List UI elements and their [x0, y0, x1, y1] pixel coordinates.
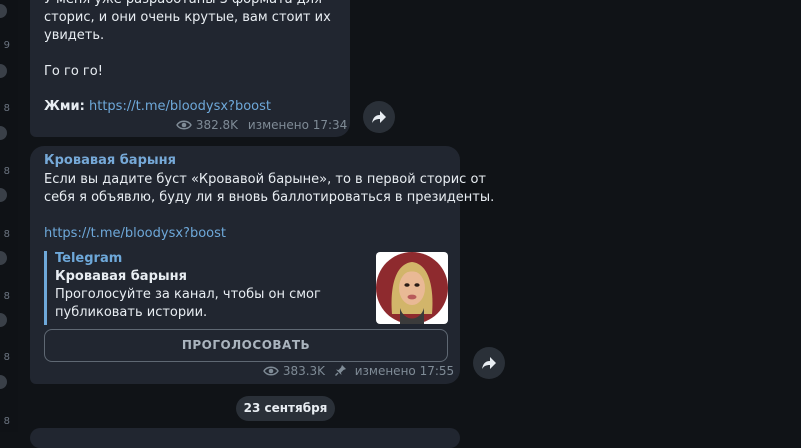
message-bubble[interactable]: Кровавая барыня Если вы дадите буст «Кро…: [30, 146, 494, 384]
eye-icon: [176, 120, 192, 130]
views-count: 383.3K: [282, 364, 326, 378]
avatar[interactable]: [0, 375, 7, 389]
message-text-line: Если вы дадите буст «Кровавой барыне», т…: [44, 172, 486, 187]
avatar[interactable]: [0, 313, 7, 327]
share-arrow-icon: [372, 111, 386, 123]
channel-avatar-thumbnail[interactable]: [376, 252, 448, 324]
chat-list-strip: 9 8 8 8 8 8 8: [0, 0, 18, 432]
avatar[interactable]: [0, 126, 7, 140]
preview-description-line: Проголосуйте за канал, чтобы он смог: [55, 287, 321, 302]
message-bubble[interactable]: У меня уже разработаны 3 формата для сто…: [30, 0, 350, 137]
edited-time: изменено 17:55: [354, 364, 455, 378]
pin-icon: [334, 365, 346, 376]
sender-name[interactable]: Кровавая барыня: [44, 153, 176, 168]
unread-count: 8: [3, 229, 10, 240]
message-text-line: Го го го!: [44, 64, 103, 79]
unread-count: 8: [3, 291, 10, 302]
share-button[interactable]: [363, 101, 395, 133]
message-text-line: У меня уже разработаны 3 формата для: [44, 0, 322, 9]
avatar[interactable]: [0, 251, 7, 265]
eye-icon: [263, 366, 279, 376]
unread-count: 8: [3, 416, 10, 427]
boost-link[interactable]: https://t.me/bloodysx?boost: [89, 99, 271, 114]
message-meta: 382.8K изменено 17:34: [176, 118, 347, 132]
cta-label: Жми:: [44, 99, 85, 114]
message-bubble[interactable]: [30, 428, 460, 448]
message-text-line: увидеть.: [44, 28, 105, 43]
avatar[interactable]: [0, 188, 7, 202]
views-count: 382.8K: [195, 118, 239, 132]
avatar[interactable]: [0, 64, 7, 78]
preview-title: Кровавая барыня: [55, 269, 187, 284]
unread-count: 8: [3, 166, 10, 177]
date-separator: 23 сентября: [236, 396, 335, 421]
message-text-line: сторис, и они очень крутые, вам стоит их: [44, 10, 331, 25]
share-arrow-icon: [482, 357, 496, 369]
avatar[interactable]: [0, 4, 7, 18]
vote-button[interactable]: ПРОГОЛОСОВАТЬ: [44, 329, 448, 362]
edited-time: изменено 17:34: [247, 118, 348, 132]
preview-site-name: Telegram: [55, 251, 123, 266]
unread-count: 8: [3, 352, 10, 363]
share-button[interactable]: [473, 347, 505, 379]
unread-count: 9: [3, 40, 10, 51]
message-text-line: себя я объявлю, буду ли я вновь баллотир…: [44, 190, 495, 205]
message-meta: 383.3K изменено 17:55: [263, 364, 454, 378]
preview-description-line: публиковать истории.: [55, 305, 208, 320]
boost-link[interactable]: https://t.me/bloodysx?boost: [44, 225, 226, 243]
unread-count: 8: [3, 103, 10, 114]
